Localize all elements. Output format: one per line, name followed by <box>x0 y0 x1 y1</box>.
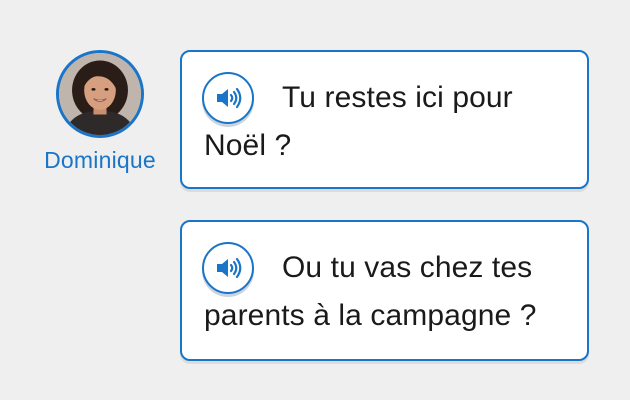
avatar <box>56 50 144 138</box>
message-bubble: Ou tu vas chez tes parents à la campagne… <box>180 220 589 361</box>
speaker-name: Dominique <box>44 147 156 173</box>
message-text: Tu restes ici pour Noël ? <box>204 81 513 162</box>
message-text: Ou tu vas chez tes parents à la campagne… <box>204 251 537 332</box>
person-avatar-icon <box>59 53 141 135</box>
message-bubble: Tu restes ici pour Noël ? <box>180 50 589 189</box>
